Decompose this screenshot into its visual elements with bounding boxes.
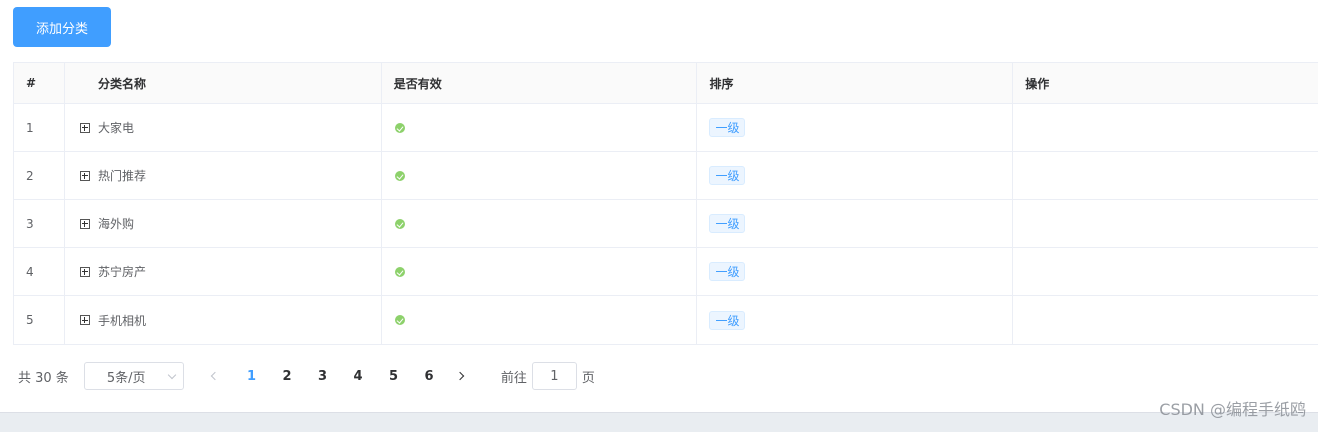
expand-plus-icon[interactable] <box>79 266 90 277</box>
prev-page-button[interactable] <box>199 362 229 390</box>
pagination-total: 共 30 条 <box>18 370 69 386</box>
expand-plus-icon[interactable] <box>79 122 90 133</box>
expand-plus-icon[interactable] <box>79 218 90 229</box>
row-valid-cell <box>382 248 698 295</box>
chevron-left-icon <box>211 371 220 381</box>
bottom-bar <box>0 412 1318 432</box>
header-ops: 操作 <box>1025 76 1050 91</box>
level-tag: 一级 <box>709 310 746 330</box>
pagination: 共 30 条 5条/页 1 2 3 4 5 6 前往 页 <box>18 362 718 390</box>
level-tag: 一级 <box>709 166 746 185</box>
row-name: 苏宁房产 <box>97 265 146 279</box>
row-ops-cell <box>1013 248 1318 295</box>
level-tag: 一级 <box>709 118 746 137</box>
page-number[interactable]: 6 <box>411 362 447 390</box>
page-number[interactable]: 3 <box>305 362 341 390</box>
row-ops-cell <box>1013 152 1318 199</box>
row-index: 4 <box>14 248 65 295</box>
expand-plus-icon[interactable] <box>79 315 90 325</box>
check-circle-icon <box>394 266 405 277</box>
row-name-cell: 海外购 <box>65 200 382 247</box>
page-number[interactable]: 4 <box>340 362 376 390</box>
chevron-right-icon <box>456 371 465 381</box>
page-size-select[interactable]: 5条/页 <box>83 362 184 390</box>
row-name: 海外购 <box>97 217 134 231</box>
row-valid-cell <box>382 152 698 199</box>
row-index: 3 <box>14 200 65 247</box>
row-name: 手机相机 <box>97 313 146 328</box>
header-name: 分类名称 <box>65 63 382 103</box>
row-name-cell: 热门推荐 <box>65 152 382 199</box>
category-table: # 分类名称 是否有效 排序 操作 1 大家电 一级 2 热门推荐 一级 3 海… <box>13 62 1318 345</box>
row-index: 5 <box>14 296 65 344</box>
row-index: 2 <box>14 152 65 199</box>
row-name-cell: 苏宁房产 <box>65 248 382 295</box>
table-header: # 分类名称 是否有效 排序 操作 <box>14 63 1318 104</box>
page-number[interactable]: 5 <box>376 362 412 390</box>
page-number[interactable]: 2 <box>269 362 305 390</box>
check-circle-icon <box>394 315 405 325</box>
row-name: 大家电 <box>97 121 134 135</box>
row-sort-cell: 一级 <box>697 296 1014 344</box>
table-row: 2 热门推荐 一级 <box>14 152 1318 200</box>
row-valid-cell <box>382 104 698 151</box>
row-ops-cell <box>1013 296 1318 344</box>
goto-page: 前往 页 <box>501 362 595 390</box>
table-row: 1 大家电 一级 <box>14 104 1318 152</box>
header-index: # <box>14 63 65 103</box>
table-row: 5 手机相机 一级 <box>14 296 1318 344</box>
chevron-down-icon <box>167 370 177 379</box>
level-tag: 一级 <box>709 262 746 281</box>
page-size-value: 5条/页 <box>106 370 146 386</box>
goto-suffix: 页 <box>581 370 595 386</box>
row-sort-cell: 一级 <box>697 248 1014 295</box>
goto-page-input[interactable] <box>531 362 577 390</box>
check-circle-icon <box>394 122 405 133</box>
table-row: 4 苏宁房产 一级 <box>14 248 1318 296</box>
row-valid-cell <box>382 200 698 247</box>
check-circle-icon <box>394 170 405 181</box>
goto-label: 前往 <box>500 370 527 386</box>
level-tag: 一级 <box>709 214 746 233</box>
table-row: 3 海外购 一级 <box>14 200 1318 248</box>
expand-plus-icon[interactable] <box>79 170 90 181</box>
row-name: 热门推荐 <box>97 169 146 183</box>
row-name-cell: 大家电 <box>65 104 382 151</box>
add-category-button[interactable]: 添加分类 <box>13 7 111 47</box>
watermark: CSDN @编程手纸鸥 <box>1159 400 1306 419</box>
header-valid: 是否有效 <box>382 63 698 103</box>
page-list: 1 2 3 4 5 6 <box>234 362 447 390</box>
row-ops-cell <box>1013 200 1318 247</box>
row-sort-cell: 一级 <box>697 104 1014 151</box>
row-name-cell: 手机相机 <box>65 296 382 344</box>
row-sort-cell: 一级 <box>697 200 1014 247</box>
header-sort: 排序 <box>697 63 1014 103</box>
check-circle-icon <box>394 218 405 229</box>
row-valid-cell <box>382 296 698 344</box>
row-ops-cell <box>1013 104 1318 151</box>
next-page-button[interactable] <box>447 362 477 390</box>
row-sort-cell: 一级 <box>697 152 1014 199</box>
row-index: 1 <box>14 104 65 151</box>
page-number[interactable]: 1 <box>234 362 270 390</box>
